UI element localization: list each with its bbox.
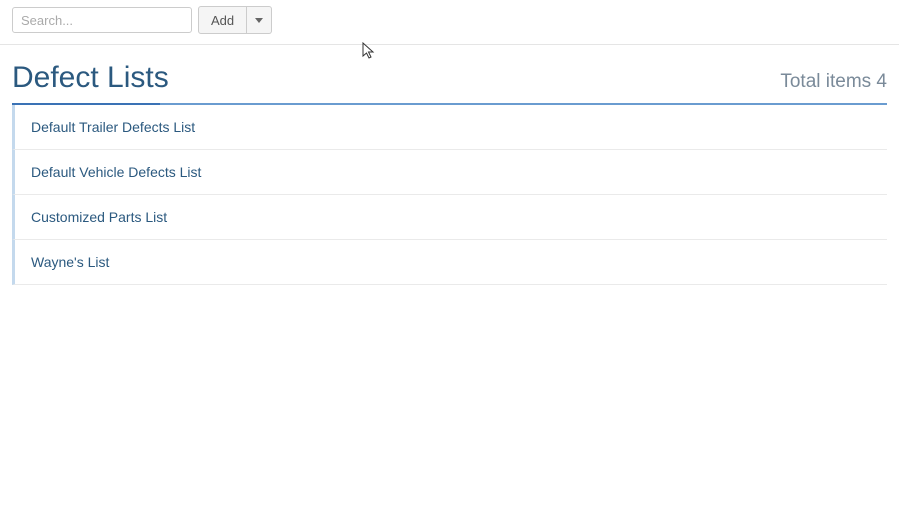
add-dropdown-toggle[interactable] xyxy=(247,6,272,34)
caret-down-icon xyxy=(255,18,263,23)
defect-lists-container: Default Trailer Defects List Default Vehi… xyxy=(12,103,887,285)
list-item[interactable]: Customized Parts List xyxy=(12,195,887,240)
list-item[interactable]: Default Trailer Defects List xyxy=(12,105,887,150)
page-title: Defect Lists xyxy=(12,61,169,95)
list-item-label: Customized Parts List xyxy=(31,209,167,225)
add-button-group: Add xyxy=(198,6,272,34)
list-item-label: Default Trailer Defects List xyxy=(31,119,195,135)
list-item[interactable]: Wayne's List xyxy=(12,240,887,285)
toolbar: Add xyxy=(0,0,899,40)
search-input[interactable] xyxy=(12,7,192,33)
header-row: Defect Lists Total items 4 xyxy=(0,45,899,103)
list-item[interactable]: Default Vehicle Defects List xyxy=(12,150,887,195)
total-items-label: Total items 4 xyxy=(780,71,887,93)
add-button[interactable]: Add xyxy=(198,6,247,34)
list-item-label: Wayne's List xyxy=(31,254,109,270)
list-item-label: Default Vehicle Defects List xyxy=(31,164,201,180)
